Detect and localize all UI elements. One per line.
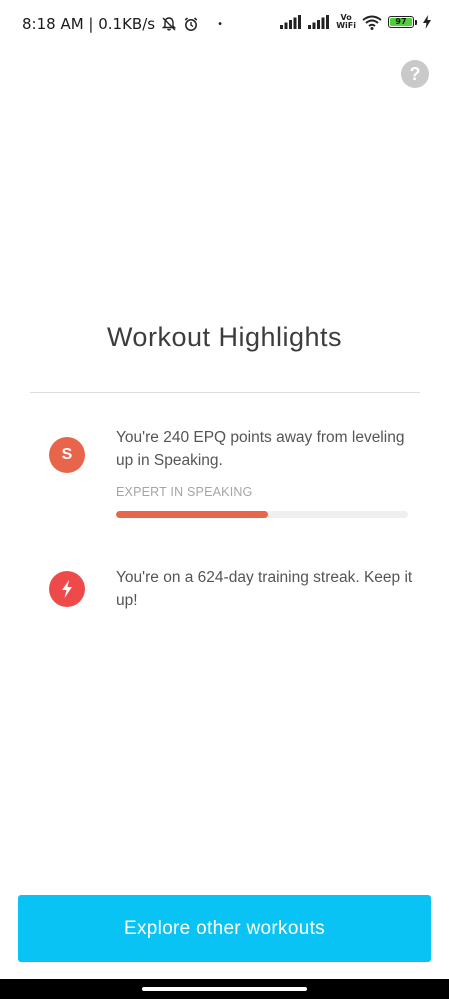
status-dot: •: [217, 18, 224, 30]
highlight-streak: You're on a 624-day training streak. Kee…: [49, 566, 419, 626]
divider: [30, 392, 420, 393]
status-time-speed: 8:18 AM | 0.1KB/s: [22, 15, 156, 33]
status-bar: 8:18 AM | 0.1KB/s • Vo WiFi 97: [0, 0, 449, 50]
lightning-icon: [49, 571, 85, 607]
battery-level: 97: [390, 18, 412, 26]
status-right: Vo WiFi 97: [280, 14, 431, 30]
signal-bars-icon: [280, 15, 302, 29]
explore-workouts-label: Explore other workouts: [124, 917, 325, 939]
status-left: 8:18 AM | 0.1KB/s •: [22, 15, 223, 33]
wifi-icon: [362, 15, 382, 30]
wifi-label: WiFi: [336, 21, 356, 30]
streak-text: You're on a 624-day training streak. Kee…: [116, 569, 413, 609]
charging-bolt-icon: [423, 15, 431, 29]
help-icon: ?: [409, 63, 421, 84]
battery-icon: 97: [388, 16, 417, 28]
navigation-bar: [0, 979, 449, 999]
help-button[interactable]: ?: [401, 60, 429, 88]
explore-workouts-button[interactable]: Explore other workouts: [18, 895, 431, 962]
alarm-icon: [183, 16, 199, 32]
speaking-points-text: You're 240 EPQ points away from leveling…: [116, 429, 405, 469]
speaking-level-caption: EXPERT IN SPEAKING: [116, 485, 253, 499]
home-gesture-handle[interactable]: [142, 987, 307, 991]
speaking-progress-bar: [116, 511, 408, 518]
speaking-skill-letter: S: [61, 446, 73, 463]
highlight-speaking: S You're 240 EPQ points away from leveli…: [49, 426, 419, 526]
speaking-skill-icon: S: [49, 437, 85, 473]
mute-notification-icon: [161, 16, 177, 32]
signal-bars-secondary-icon: [308, 15, 330, 29]
speaking-progress-fill: [116, 511, 268, 518]
vowifi-icon: Vo WiFi: [336, 14, 356, 30]
page-title: Workout Highlights: [106, 322, 343, 352]
